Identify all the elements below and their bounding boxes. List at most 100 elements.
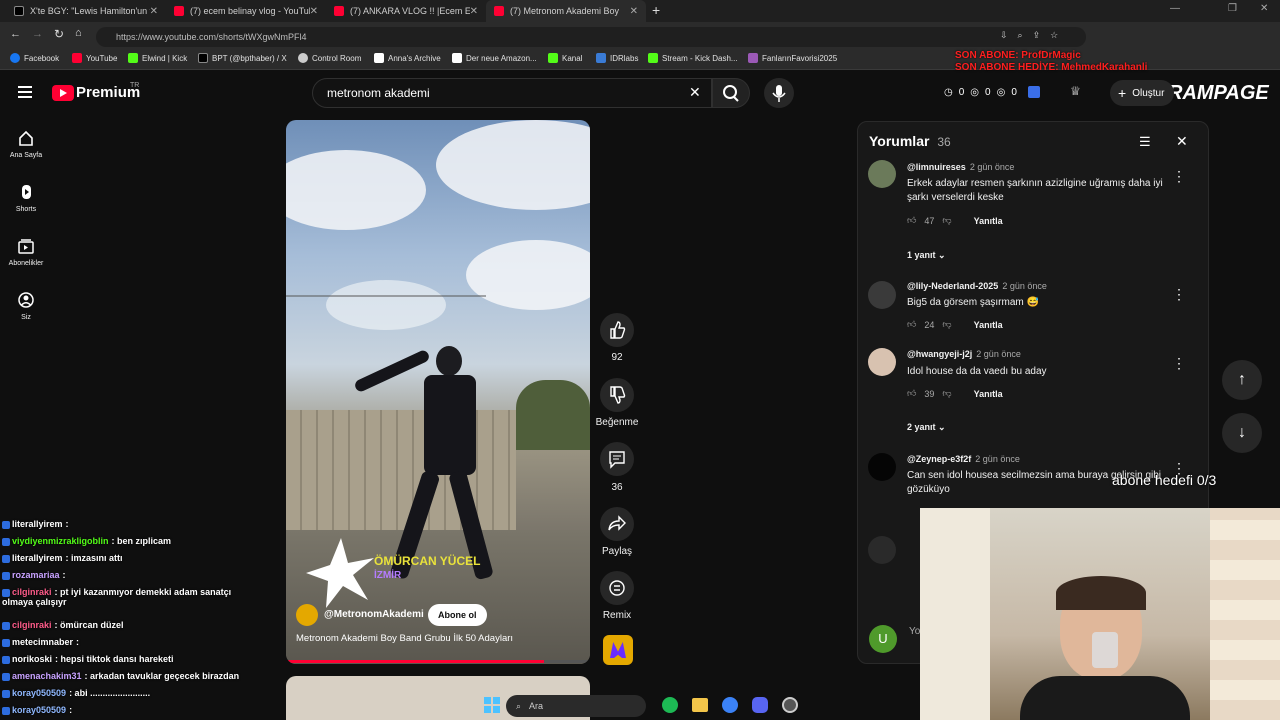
bookmark[interactable]: Elwind | Kick (128, 53, 187, 63)
reply-button[interactable]: Yanıtla (974, 389, 1003, 399)
file-explorer-icon[interactable] (692, 698, 708, 712)
like-button[interactable] (600, 313, 634, 347)
bookmark[interactable]: YouTube (72, 53, 117, 63)
chat-message: literallyirem: imzasını attı (2, 553, 262, 563)
windows-start-icon[interactable] (484, 697, 500, 713)
sub-goal-overlay: abone hedefi 0/3 (1112, 472, 1217, 488)
extension-icon[interactable] (1028, 86, 1040, 98)
video-scene (424, 375, 476, 475)
bookmark[interactable]: IDRlabs (596, 53, 638, 63)
browser-tab[interactable]: (7) ANKARA VLOG !! |Ecem Eser ✕ (326, 0, 486, 22)
thumbs-up-icon[interactable]: 👍︎ (907, 319, 916, 330)
voice-search-button[interactable] (764, 78, 794, 108)
discord-icon[interactable] (752, 697, 768, 713)
nav-shorts[interactable]: Shorts (4, 184, 48, 213)
trophy-icon[interactable]: ♕ (1070, 84, 1081, 98)
close-icon[interactable]: ✕ (630, 6, 638, 17)
search-input[interactable]: metronom akademi (312, 78, 712, 108)
replies-toggle[interactable]: 2 yanıt ⌄ (907, 422, 946, 433)
channel-name[interactable]: @MetronomAkademi (324, 609, 424, 620)
comment-avatar[interactable] (868, 281, 896, 309)
reply-button[interactable]: Yanıtla (974, 320, 1003, 330)
share-button[interactable] (600, 507, 634, 541)
url-bar[interactable]: https://www.youtube.com/shorts/tWXgwNmPF… (96, 27, 1086, 47)
new-tab-icon[interactable]: + (652, 2, 660, 18)
x-icon (14, 6, 24, 16)
comment-author[interactable]: @hwangyeji-j2j 2 gün önce (907, 349, 1021, 359)
thumbs-down-icon[interactable]: 👎︎ (942, 388, 951, 399)
menu-icon[interactable] (18, 86, 32, 98)
browser-tab[interactable]: X'te BGY: "Lewis Hamilton'un fi ✕ (6, 0, 166, 22)
chat-text: : hepsi tiktok dansı hareketi (55, 654, 174, 664)
bookmark[interactable]: Der neue Amazon... (452, 53, 537, 63)
short-video-player[interactable]: ÖMÜRCAN YÜCEL İZMİR @MetronomAkademi Abo… (286, 120, 590, 664)
short-title[interactable]: Metronom Akademi Boy Band Grubu İlk 50 A… (296, 633, 513, 644)
comment-avatar[interactable] (868, 348, 896, 376)
nav-subscriptions[interactable]: Abonelikler (4, 238, 48, 267)
browser-tab-active[interactable]: (7) Metronom Akademi Boy ✕ (486, 0, 646, 22)
back-icon[interactable]: ← (10, 28, 21, 40)
idrlabs-icon (596, 53, 606, 63)
search-icon: ⌕ (516, 700, 522, 711)
thumbs-down-icon[interactable]: 👎︎ (942, 215, 951, 226)
bookmark[interactable]: FanlarınFavorisi2025 (748, 53, 837, 63)
bookmark[interactable]: BPT (@bpthaber) / X (198, 53, 287, 63)
star-logo-icon (306, 538, 374, 608)
bookmark-label: Stream - Kick Dash... (662, 53, 738, 63)
next-short-button[interactable]: ↓ (1222, 413, 1262, 453)
dislike-button[interactable] (600, 378, 634, 412)
replies-toggle[interactable]: 1 yanıt ⌄ (907, 250, 946, 261)
close-icon[interactable]: ✕ (310, 6, 318, 17)
more-icon[interactable]: ⋮ (1172, 286, 1186, 303)
comment-author[interactable]: @Zeynep-e3f2f 2 gün önce (907, 454, 1020, 464)
comment-author[interactable]: @lily-Nederland-2025 2 gün önce (907, 281, 1047, 291)
close-icon[interactable]: ✕ (470, 6, 478, 17)
thumbs-down-icon[interactable]: 👎︎ (942, 319, 951, 330)
browser-tab[interactable]: (7) ecem belinay vlog - YouTube ✕ (166, 0, 326, 22)
thumbs-up-icon[interactable]: 👍︎ (907, 388, 916, 399)
comment-avatar[interactable] (868, 453, 896, 481)
obs-icon[interactable] (782, 697, 798, 713)
nav-you[interactable]: Siz (4, 292, 48, 321)
reload-icon[interactable]: ↻ (54, 27, 64, 41)
more-icon[interactable]: ⋮ (1172, 355, 1186, 372)
author-name: @hwangyeji-j2j (907, 349, 973, 359)
bookmark[interactable]: Anna's Archive (374, 53, 441, 63)
maximize-icon[interactable]: ❐ (1228, 3, 1237, 14)
close-comments-icon[interactable]: ✕ (1176, 133, 1188, 150)
minimize-icon[interactable]: — (1170, 3, 1180, 14)
close-window-icon[interactable]: ✕ (1260, 3, 1268, 14)
reply-button[interactable]: Yanıtla (974, 216, 1003, 226)
home-icon[interactable]: ⌂ (75, 27, 82, 39)
remix-button[interactable] (600, 571, 634, 605)
clear-search-icon[interactable]: ✕ (689, 84, 701, 101)
nav-home[interactable]: Ana Sayfa (4, 130, 48, 159)
bookmark[interactable]: Kanal (548, 53, 582, 63)
search-button[interactable] (712, 78, 750, 108)
previous-short-button[interactable]: ↑ (1222, 360, 1262, 400)
bookmark[interactable]: Facebook (10, 53, 59, 63)
comment-input[interactable]: Yo (909, 626, 920, 637)
browser-icon[interactable] (722, 697, 738, 713)
comments-button[interactable] (600, 442, 634, 476)
channel-avatar[interactable] (296, 604, 318, 626)
spotify-icon[interactable] (662, 697, 678, 713)
video-progress-track[interactable] (286, 660, 590, 663)
comment-author[interactable]: @limnuireses 2 gün önce (907, 162, 1014, 172)
user-avatar: U (869, 625, 897, 653)
comment-avatar[interactable] (868, 536, 896, 564)
shorts-icon (22, 185, 31, 199)
thumbs-up-icon[interactable]: 👍︎ (907, 215, 916, 226)
youtube-logo-icon[interactable] (52, 85, 74, 101)
create-button[interactable]: + Oluştur (1110, 80, 1174, 106)
bookmark[interactable]: Control Room (298, 53, 361, 63)
sound-thumbnail[interactable] (603, 635, 633, 665)
bookmark[interactable]: Stream - Kick Dash... (648, 53, 738, 63)
taskbar-search[interactable]: ⌕ Ara (506, 695, 646, 717)
subscribe-button[interactable]: Abone ol (428, 604, 487, 626)
sort-icon[interactable]: ☰ (1139, 134, 1151, 150)
comment-avatar[interactable] (868, 160, 896, 188)
forward-icon[interactable]: → (32, 28, 43, 40)
more-icon[interactable]: ⋮ (1172, 168, 1186, 185)
close-icon[interactable]: ✕ (150, 6, 158, 17)
